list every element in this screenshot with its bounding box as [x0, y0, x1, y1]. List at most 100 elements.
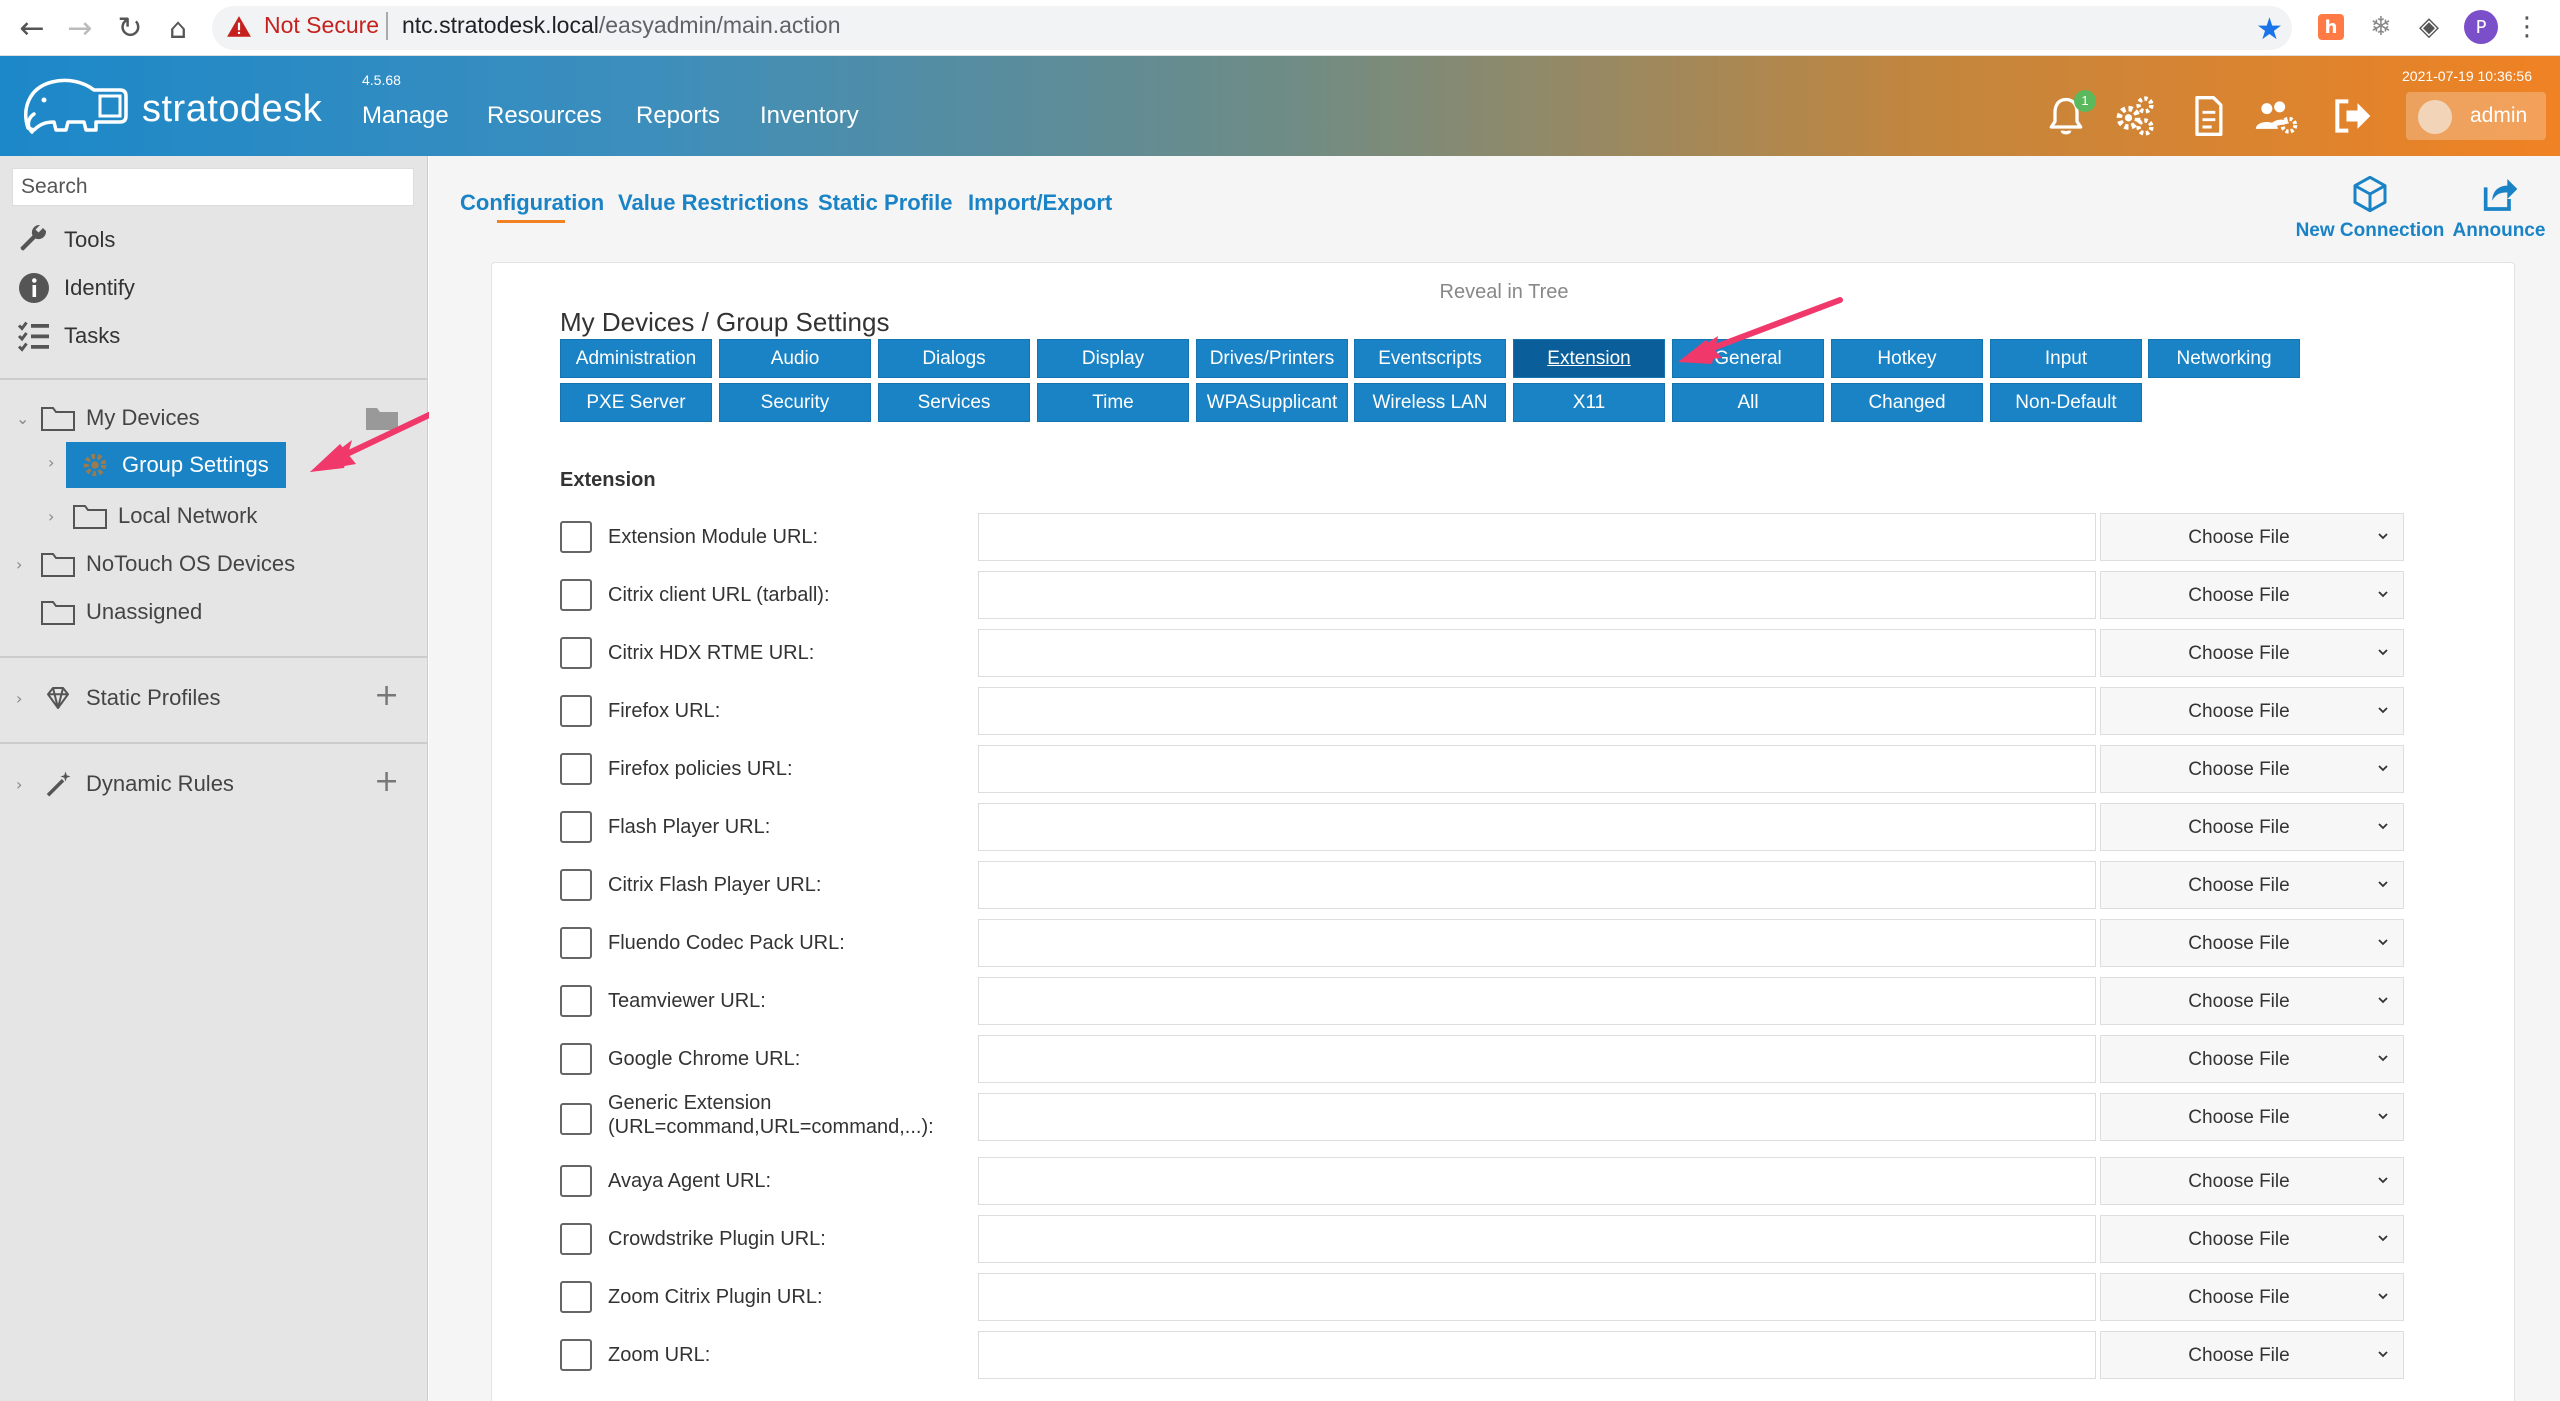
category-drives-printers[interactable]: Drives/Printers: [1196, 339, 1348, 378]
choose-file-dropdown[interactable]: Choose File: [2100, 1157, 2404, 1205]
logo-text[interactable]: stratodesk: [142, 88, 322, 131]
reveal-in-tree-link[interactable]: Reveal in Tree: [492, 281, 2516, 304]
enable-checkbox[interactable]: [560, 579, 592, 611]
category-audio[interactable]: Audio: [719, 339, 871, 378]
enable-checkbox[interactable]: [560, 1043, 592, 1075]
sidebar-item-tasks[interactable]: Tasks: [16, 316, 120, 356]
tree-my-devices[interactable]: ⌄ My Devices: [16, 396, 200, 440]
menu-resources[interactable]: Resources: [487, 102, 602, 130]
category-hotkey[interactable]: Hotkey: [1831, 339, 1983, 378]
enable-checkbox[interactable]: [560, 521, 592, 553]
reload-icon[interactable]: ↻: [112, 10, 148, 46]
category-non-default[interactable]: Non-Default: [1990, 383, 2142, 422]
home-icon[interactable]: ⌂: [160, 10, 196, 46]
url-text[interactable]: ntc.stratodesk.local/easyadmin/main.acti…: [402, 12, 841, 39]
tab-value-restrictions[interactable]: Value Restrictions: [618, 190, 809, 216]
announce-button[interactable]: Announce: [2449, 174, 2549, 242]
bookmark-star-icon[interactable]: ★: [2256, 12, 2283, 47]
url-input[interactable]: [978, 803, 2096, 851]
menu-manage[interactable]: Manage: [362, 102, 449, 130]
tab-configuration[interactable]: Configuration: [460, 190, 604, 216]
tree-static-profiles[interactable]: › Static Profiles: [16, 676, 221, 720]
gears-icon[interactable]: [2112, 94, 2156, 138]
tab-static-profile[interactable]: Static Profile: [818, 190, 952, 216]
url-input[interactable]: [978, 1157, 2096, 1205]
url-input[interactable]: [978, 1331, 2096, 1379]
category-time[interactable]: Time: [1037, 383, 1189, 422]
user-menu[interactable]: admin: [2406, 92, 2546, 140]
search-input[interactable]: [12, 168, 414, 206]
choose-file-dropdown[interactable]: Choose File: [2100, 1215, 2404, 1263]
add-dynamic-rule-button[interactable]: +: [374, 764, 399, 799]
choose-file-dropdown[interactable]: Choose File: [2100, 919, 2404, 967]
choose-file-dropdown[interactable]: Choose File: [2100, 571, 2404, 619]
url-input[interactable]: [978, 1035, 2096, 1083]
chevron-right-icon[interactable]: ›: [16, 775, 36, 794]
enable-checkbox[interactable]: [560, 1281, 592, 1313]
category-eventscripts[interactable]: Eventscripts: [1354, 339, 1506, 378]
category-x11[interactable]: X11: [1513, 383, 1665, 422]
document-icon[interactable]: [2186, 94, 2230, 138]
choose-file-dropdown[interactable]: Choose File: [2100, 861, 2404, 909]
enable-checkbox[interactable]: [560, 753, 592, 785]
choose-file-dropdown[interactable]: Choose File: [2100, 1035, 2404, 1083]
enable-checkbox[interactable]: [560, 869, 592, 901]
add-static-profile-button[interactable]: +: [374, 678, 399, 713]
tree-group-settings[interactable]: Group Settings: [66, 442, 286, 488]
enable-checkbox[interactable]: [560, 1103, 592, 1135]
url-input[interactable]: [978, 571, 2096, 619]
category-dialogs[interactable]: Dialogs: [878, 339, 1030, 378]
category-all[interactable]: All: [1672, 383, 1824, 422]
url-input[interactable]: [978, 1215, 2096, 1263]
enable-checkbox[interactable]: [560, 637, 592, 669]
choose-file-dropdown[interactable]: Choose File: [2100, 1331, 2404, 1379]
category-pxe-server[interactable]: PXE Server: [560, 383, 712, 422]
stratodesk-elephant-logo-icon[interactable]: [18, 70, 130, 140]
category-security[interactable]: Security: [719, 383, 871, 422]
url-input[interactable]: [978, 919, 2096, 967]
menu-inventory[interactable]: Inventory: [760, 102, 859, 130]
new-connection-button[interactable]: New Connection: [2295, 174, 2445, 242]
users-settings-icon[interactable]: [2254, 94, 2298, 138]
tree-local-network[interactable]: › Local Network: [48, 494, 257, 538]
category-networking[interactable]: Networking: [2148, 339, 2300, 378]
profile-avatar[interactable]: P: [2464, 10, 2498, 44]
category-administration[interactable]: Administration: [560, 339, 712, 378]
chevron-right-icon[interactable]: ›: [48, 507, 68, 526]
url-input[interactable]: [978, 1273, 2096, 1321]
menu-reports[interactable]: Reports: [636, 102, 720, 130]
category-display[interactable]: Display: [1037, 339, 1189, 378]
url-input[interactable]: [978, 977, 2096, 1025]
sidebar-item-identify[interactable]: Identify: [16, 268, 135, 308]
choose-file-dropdown[interactable]: Choose File: [2100, 977, 2404, 1025]
logout-icon[interactable]: [2330, 94, 2374, 138]
category-input[interactable]: Input: [1990, 339, 2142, 378]
category-extension[interactable]: Extension: [1513, 339, 1665, 378]
chevron-right-icon[interactable]: ›: [48, 453, 54, 472]
url-input[interactable]: [978, 687, 2096, 735]
enable-checkbox[interactable]: [560, 1339, 592, 1371]
enable-checkbox[interactable]: [560, 1165, 592, 1197]
enable-checkbox[interactable]: [560, 695, 592, 727]
tree-notouch-devices[interactable]: › NoTouch OS Devices: [16, 542, 295, 586]
tree-dynamic-rules[interactable]: › Dynamic Rules: [16, 762, 234, 806]
category-changed[interactable]: Changed: [1831, 383, 1983, 422]
url-input[interactable]: [978, 629, 2096, 677]
choose-file-dropdown[interactable]: Choose File: [2100, 513, 2404, 561]
security-label[interactable]: Not Secure: [264, 12, 379, 39]
tree-unassigned[interactable]: Unassigned: [16, 590, 202, 634]
url-input[interactable]: [978, 861, 2096, 909]
choose-file-dropdown[interactable]: Choose File: [2100, 745, 2404, 793]
snowflake-extension-icon[interactable]: ❄: [2366, 12, 2396, 42]
enable-checkbox[interactable]: [560, 1223, 592, 1255]
sidebar-item-tools[interactable]: Tools: [16, 220, 115, 260]
extensions-puzzle-icon[interactable]: ◈: [2414, 12, 2444, 42]
hubspot-extension-icon[interactable]: h: [2318, 14, 2344, 40]
choose-file-dropdown[interactable]: Choose File: [2100, 687, 2404, 735]
back-icon[interactable]: ←: [14, 10, 50, 46]
url-input[interactable]: [978, 1093, 2096, 1141]
tab-import-export[interactable]: Import/Export: [968, 190, 1112, 216]
enable-checkbox[interactable]: [560, 985, 592, 1017]
chevron-down-icon[interactable]: ⌄: [16, 409, 36, 428]
browser-menu-icon[interactable]: ⋮: [2512, 12, 2542, 42]
